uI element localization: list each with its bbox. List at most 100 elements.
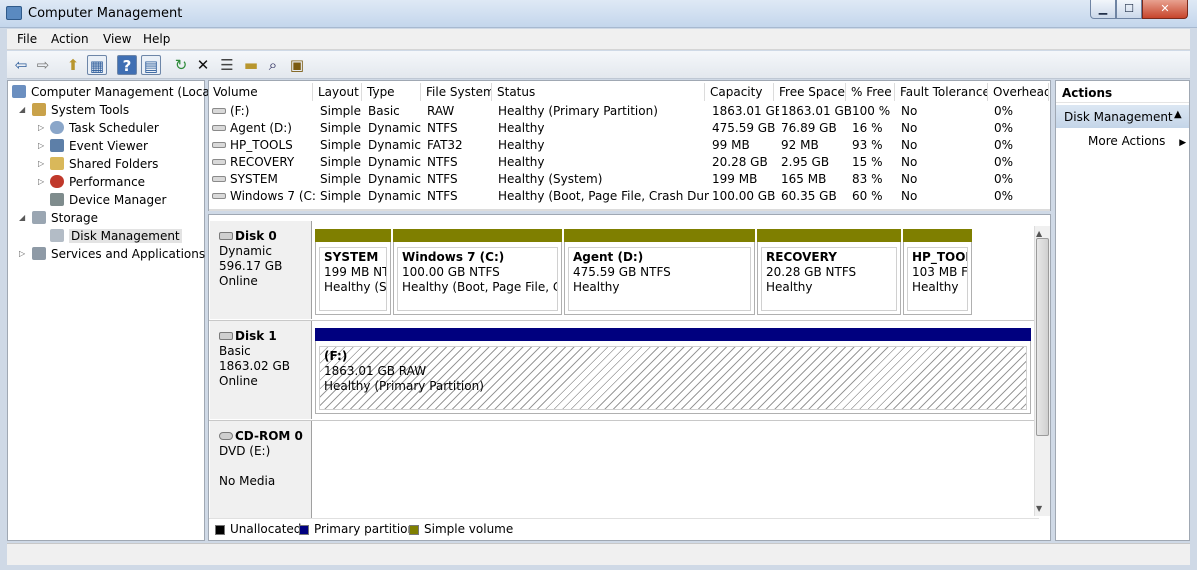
forward-arrow-icon[interactable]: ⇨ — [33, 55, 53, 75]
menu-help[interactable]: Help — [143, 32, 170, 46]
tree-item-storage[interactable]: Storage — [32, 209, 98, 227]
properties-icon[interactable]: ☰ — [217, 55, 237, 75]
cdrom0-label[interactable]: CD-ROM 0 DVD (E:) No Media — [210, 421, 312, 519]
partition-4[interactable]: HP_TOOLS103 MB FAHealthy — [903, 229, 972, 315]
tree-item-root[interactable]: Computer Management (Local) — [12, 83, 218, 101]
column-header-layout[interactable]: Layout — [314, 83, 362, 101]
up-folder-icon[interactable]: ⬆ — [63, 55, 83, 75]
refresh-icon[interactable]: ↻ — [171, 55, 191, 75]
help-icon[interactable]: ? — [117, 55, 137, 75]
tree-item-event-viewer[interactable]: Event Viewer — [50, 137, 148, 155]
expand-arrow-icon[interactable]: ▷ — [38, 159, 44, 168]
computer-icon — [12, 85, 26, 98]
column-header-fault-tolerance[interactable]: Fault Tolerance — [896, 83, 988, 101]
cdrom-icon — [219, 432, 233, 440]
cell-text: 1863.01 GB — [712, 104, 779, 118]
cell-text: Healthy — [498, 138, 545, 152]
table-cell: 60.35 GB — [780, 188, 851, 205]
export-icon[interactable]: ▣ — [287, 55, 307, 75]
tree-label: Task Scheduler — [69, 121, 159, 135]
table-row[interactable]: Windows 7 (C:) Simple Dynamic NTFS Healthy (… — [209, 188, 1049, 205]
cell-text: No — [901, 155, 918, 169]
open-icon[interactable]: ▬ — [241, 55, 261, 75]
simple-volume-bar — [315, 229, 391, 242]
partition-f[interactable]: (F:) 1863.01 GB RAW Healthy (Primary Par… — [315, 328, 1031, 414]
collapse-up-icon[interactable]: ▲ — [1174, 109, 1182, 120]
table-cell: No — [900, 171, 992, 188]
back-arrow-icon[interactable]: ⇦ — [11, 55, 31, 75]
scroll-up-arrow-icon[interactable]: ▲ — [1036, 229, 1042, 238]
table-cell: RAW — [426, 103, 496, 120]
expand-arrow-icon[interactable]: ▷ — [38, 177, 44, 186]
collapse-arrow-icon[interactable]: ◢ — [19, 213, 25, 222]
disk1-label[interactable]: Disk 1 Basic 1863.02 GB Online — [210, 321, 312, 419]
scroll-thumb[interactable] — [1036, 238, 1049, 436]
minimize-button[interactable]: ▁ — [1090, 0, 1116, 19]
disk-name: CD-ROM 0 — [235, 429, 303, 443]
tree-item-disk-management[interactable]: Disk Management — [50, 227, 182, 245]
simple-volume-bar — [393, 229, 562, 242]
tree-item-performance[interactable]: Performance — [50, 173, 145, 191]
actions-section-disk-management[interactable]: Disk Management ▲ — [1056, 105, 1189, 128]
tree-label: Services and Applications — [51, 247, 206, 261]
tree-item-shared-folders[interactable]: Shared Folders — [50, 155, 158, 173]
more-actions-item[interactable]: More Actions ▶ — [1088, 134, 1186, 148]
tree-item-task-scheduler[interactable]: Task Scheduler — [50, 119, 159, 137]
close-button[interactable]: ✕ — [1142, 0, 1188, 19]
disk-state: Online — [219, 274, 258, 288]
properties-view-icon[interactable]: ▤ — [141, 55, 161, 75]
column-header-capacity[interactable]: Capacity — [706, 83, 774, 101]
show-hide-tree-icon[interactable]: ▦ — [87, 55, 107, 75]
partition-name: Agent (D:) — [573, 250, 644, 264]
cell-text: Dynamic — [368, 121, 421, 135]
delete-icon[interactable]: ✕ — [193, 55, 213, 75]
cell-text: NTFS — [427, 121, 458, 135]
cell-text: 100.00 GB — [712, 189, 776, 203]
collapse-arrow-icon[interactable]: ◢ — [19, 105, 25, 114]
table-cell: Dynamic — [367, 154, 425, 171]
cell-text: Healthy — [498, 121, 545, 135]
partition-body: Agent (D:) 475.59 GB NTFS Healthy — [568, 247, 751, 311]
menu-file[interactable]: File — [17, 32, 37, 46]
table-row[interactable]: Agent (D:) Simple Dynamic NTFS Healthy 475.59… — [209, 120, 1049, 137]
table-row[interactable]: RECOVERY Simple Dynamic NTFS Healthy 20.28 GB… — [209, 154, 1049, 171]
cell-text: No — [901, 138, 918, 152]
scroll-down-arrow-icon[interactable]: ▼ — [1036, 504, 1042, 513]
tree-item-services[interactable]: Services and Applications — [32, 245, 205, 263]
vertical-scrollbar[interactable]: ▲ ▼ — [1034, 226, 1050, 516]
search-icon[interactable]: ⌕ — [263, 55, 283, 75]
maximize-button[interactable]: ☐ — [1116, 0, 1142, 19]
volume-icon — [212, 176, 226, 182]
column-header-overhead[interactable]: Overhead — [989, 83, 1049, 101]
tree-item-system-tools[interactable]: System Tools — [32, 101, 129, 119]
column-header-free-space[interactable]: Free Space — [775, 83, 846, 101]
cell-text: NTFS — [427, 155, 458, 169]
column-header-type[interactable]: Type — [363, 83, 421, 101]
horizontal-scrollbar[interactable] — [209, 209, 1050, 211]
table-row[interactable]: (F:) Simple Basic RAW Healthy (Primary Parti… — [209, 103, 1049, 120]
expand-arrow-icon[interactable]: ▷ — [38, 123, 44, 132]
table-cell: 0% — [993, 154, 1049, 171]
table-row[interactable]: SYSTEM Simple Dynamic NTFS Healthy (System) 1… — [209, 171, 1049, 188]
column-header-file-system[interactable]: File System — [422, 83, 492, 101]
expand-arrow-icon[interactable]: ▷ — [38, 141, 44, 150]
menu-action[interactable]: Action — [51, 32, 89, 46]
partition-body: RECOVERY 20.28 GB NTFS Healthy — [761, 247, 897, 311]
cell-text: FAT32 — [427, 138, 463, 152]
menu-view[interactable]: View — [103, 32, 131, 46]
column-header-status[interactable]: Status — [493, 83, 705, 101]
cell-text: 0% — [994, 138, 1014, 152]
partition-0[interactable]: SYSTEM199 MB NTFSHealthy (Sys — [315, 229, 391, 315]
expand-arrow-icon[interactable]: ▷ — [19, 249, 25, 258]
disk0-label[interactable]: Disk 0 Dynamic 596.17 GB Online — [210, 221, 312, 319]
column-header-percent-free[interactable]: % Free — [847, 83, 895, 101]
table-cell: 165 MB — [780, 171, 851, 188]
table-row[interactable]: HP_TOOLS Simple Dynamic FAT32 Healthy 99 MB 92… — [209, 137, 1049, 154]
partition-1[interactable]: Windows 7 (C:) 100.00 GB NTFS Healthy (Boo… — [393, 229, 562, 315]
tree-item-device-manager[interactable]: Device Manager — [50, 191, 166, 209]
partition-status: Healthy (Sys — [324, 280, 387, 294]
column-header-volume[interactable]: Volume — [209, 83, 313, 101]
partition-size: 20.28 GB NTFS — [766, 265, 857, 279]
partition-2[interactable]: Agent (D:) 475.59 GB NTFS Healthy — [564, 229, 755, 315]
partition-3[interactable]: RECOVERY 20.28 GB NTFS Healthy — [757, 229, 901, 315]
